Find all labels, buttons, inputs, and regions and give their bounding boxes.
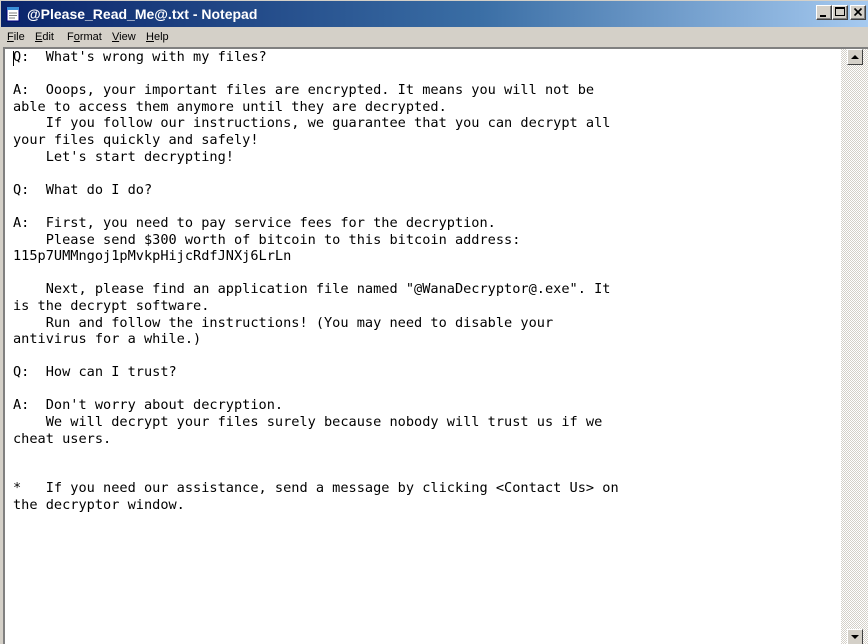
- notepad-window: @Please_Read_Me@.txt - Notepad File Edit…: [0, 0, 868, 644]
- menu-format[interactable]: Format: [67, 30, 102, 44]
- window-title: @Please_Read_Me@.txt - Notepad: [27, 6, 258, 22]
- menu-help-mnemonic: H: [146, 31, 154, 43]
- scroll-down-button[interactable]: [847, 629, 863, 644]
- maximize-icon: [835, 7, 845, 16]
- menu-view[interactable]: View: [112, 30, 136, 44]
- menu-file[interactable]: File: [7, 30, 25, 44]
- arrow-down-icon: [851, 635, 859, 639]
- menu-help[interactable]: Help: [146, 30, 169, 44]
- title-bar[interactable]: @Please_Read_Me@.txt - Notepad: [1, 1, 868, 27]
- menu-format-prefix: F: [67, 31, 74, 43]
- menu-edit-label: dit: [42, 31, 54, 43]
- menu-help-label: elp: [153, 31, 169, 43]
- maximize-button[interactable]: [832, 5, 848, 20]
- vertical-scrollbar[interactable]: [841, 49, 868, 644]
- close-icon: [853, 7, 863, 17]
- menu-edit[interactable]: Edit: [35, 30, 54, 44]
- menu-file-label: ile: [13, 31, 25, 43]
- minimize-icon: [820, 15, 826, 17]
- menu-format-label: rmat: [79, 31, 102, 43]
- text-editor[interactable]: Q: What's wrong with my files? A: Ooops,…: [3, 47, 868, 644]
- notepad-icon[interactable]: [6, 6, 21, 22]
- arrow-up-icon: [851, 55, 859, 59]
- document-text[interactable]: Q: What's wrong with my files? A: Ooops,…: [13, 49, 833, 514]
- minimize-button[interactable]: [816, 5, 832, 20]
- menu-view-label: iew: [119, 31, 136, 43]
- scroll-up-button[interactable]: [847, 49, 863, 65]
- menu-file-mnemonic: F: [7, 31, 14, 43]
- text-caret: [13, 51, 14, 66]
- menu-bar: File Edit Format View Help: [1, 27, 868, 47]
- close-button[interactable]: [850, 5, 866, 20]
